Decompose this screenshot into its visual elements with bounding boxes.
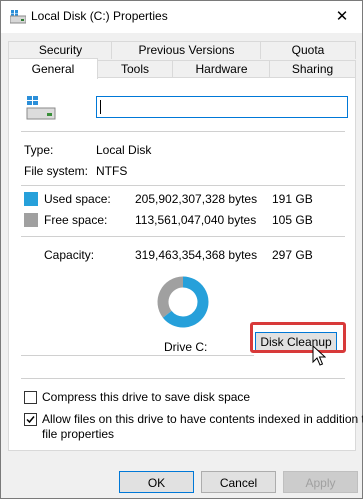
close-icon: ✕ (335, 8, 349, 25)
used-space-size: 191 GB (272, 192, 313, 206)
general-panel: Type: Local Disk File system: NTFS Used … (8, 77, 363, 451)
divider (21, 131, 345, 132)
tab-quota[interactable]: Quota (260, 41, 356, 59)
type-value: Local Disk (96, 143, 152, 157)
capacity-label: Capacity: (44, 248, 95, 262)
apply-button[interactable]: Apply (283, 471, 358, 493)
title-bar: Local Disk (C:) Properties ✕ (1, 1, 362, 33)
free-space-size: 105 GB (272, 213, 313, 227)
free-space-label: Free space: (44, 213, 108, 227)
usage-donut-chart (157, 276, 209, 328)
window-title: Local Disk (C:) Properties (31, 9, 168, 23)
tab-general[interactable]: General (8, 58, 98, 79)
checkmark-icon (26, 416, 35, 424)
tab-previous-versions[interactable]: Previous Versions (111, 41, 262, 59)
ok-button[interactable]: OK (119, 471, 194, 493)
used-space-bytes: 205,902,307,328 bytes (135, 192, 258, 206)
index-label-line1: Allow files on this drive to have conten… (42, 412, 363, 426)
tab-tools[interactable]: Tools (96, 60, 174, 78)
divider (21, 236, 345, 237)
dialog-buttons: OK Cancel Apply (1, 461, 362, 498)
used-space-swatch (24, 192, 38, 206)
free-space-swatch (24, 213, 38, 227)
tab-security[interactable]: Security (8, 41, 113, 59)
file-system-value: NTFS (96, 164, 128, 178)
divider (21, 355, 254, 356)
index-label-line2: file properties (42, 427, 115, 441)
tab-sharing[interactable]: Sharing (269, 60, 356, 78)
index-checkbox[interactable] (24, 413, 37, 426)
free-space-ring (157, 276, 184, 318)
cancel-button[interactable]: Cancel (201, 471, 276, 493)
drive-label: Drive C: (164, 340, 208, 354)
capacity-bytes: 319,463,354,368 bytes (135, 248, 258, 262)
used-space-label: Used space: (44, 192, 111, 206)
properties-window: Local Disk (C:) Properties ✕ Security Pr… (0, 0, 363, 499)
drive-icon (10, 10, 26, 24)
mouse-pointer-icon (312, 345, 326, 366)
hard-drive-icon (26, 96, 56, 120)
cleanup-highlight-box (250, 322, 346, 353)
capacity-size: 297 GB (272, 248, 313, 262)
free-space-bytes: 113,561,047,040 bytes (135, 213, 257, 227)
drive-name-input[interactable] (96, 96, 348, 118)
compress-checkbox[interactable] (24, 391, 37, 404)
divider (21, 378, 345, 379)
divider (21, 185, 345, 186)
type-label: Type: (24, 143, 54, 157)
compress-label: Compress this drive to save disk space (42, 390, 251, 404)
close-button[interactable]: ✕ (322, 1, 362, 33)
text-caret (100, 100, 101, 114)
file-system-label: File system: (24, 164, 89, 178)
tab-hardware[interactable]: Hardware (172, 60, 271, 78)
